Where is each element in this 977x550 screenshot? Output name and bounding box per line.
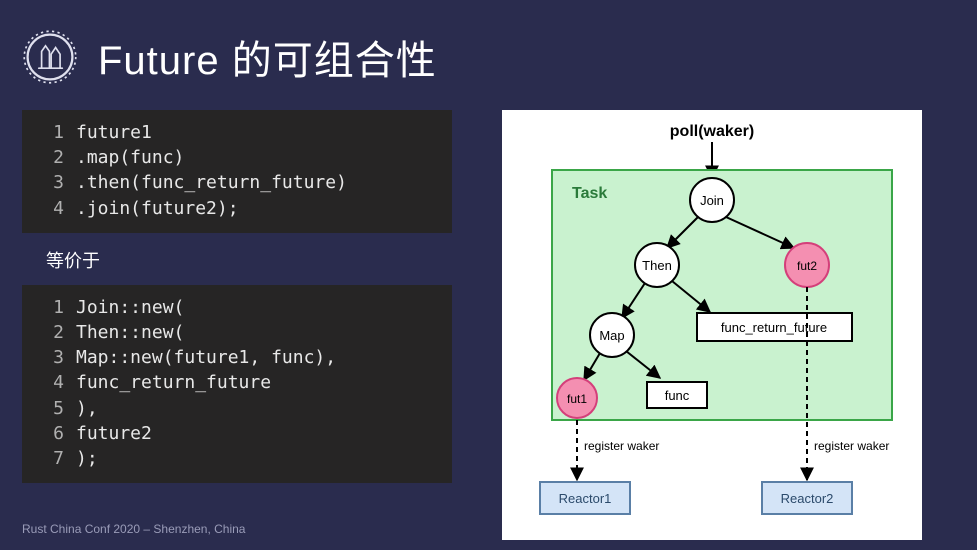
code-text: func_return_future [76, 370, 271, 395]
register-waker-1: register waker [584, 439, 659, 453]
register-waker-2: register waker [814, 439, 889, 453]
func-box: func [665, 388, 690, 403]
code-text: .map(func) [76, 145, 184, 170]
code-text: ), [76, 396, 98, 421]
code-text: Map::new(future1, func), [76, 345, 336, 370]
then-node: Then [642, 258, 672, 273]
code-text: Then::new( [76, 320, 184, 345]
code-text: ); [76, 446, 98, 471]
code-column: 1future1 2 .map(func) 3 .then(func_retur… [22, 110, 452, 540]
slide-title: Future 的可组合性 [98, 28, 437, 86]
conference-logo-icon [22, 29, 78, 85]
equivalent-label: 等价于 [22, 233, 452, 285]
code-text: future1 [76, 120, 152, 145]
future-tree-diagram: poll(waker) Task Join Then fut2 [502, 110, 922, 540]
frf-box: func_return_future [721, 320, 827, 335]
reactor1-box: Reactor1 [559, 491, 612, 506]
fut2-node: fut2 [797, 259, 817, 273]
code-text: future2 [76, 421, 152, 446]
code-block-2: 1Join::new( 2 Then::new( 3 Map::new(futu… [22, 285, 452, 483]
code-block-1: 1future1 2 .map(func) 3 .then(func_retur… [22, 110, 452, 233]
code-text: .join(future2); [76, 196, 239, 221]
poll-label: poll(waker) [670, 123, 754, 140]
slide-footer: Rust China Conf 2020 – Shenzhen, China [22, 522, 245, 536]
reactor2-box: Reactor2 [781, 491, 834, 506]
join-node: Join [700, 193, 724, 208]
fut1-node: fut1 [567, 392, 587, 406]
task-box-label: Task [572, 185, 607, 202]
map-node: Map [599, 328, 624, 343]
code-text: .then(func_return_future) [76, 170, 347, 195]
code-text: Join::new( [76, 295, 184, 320]
